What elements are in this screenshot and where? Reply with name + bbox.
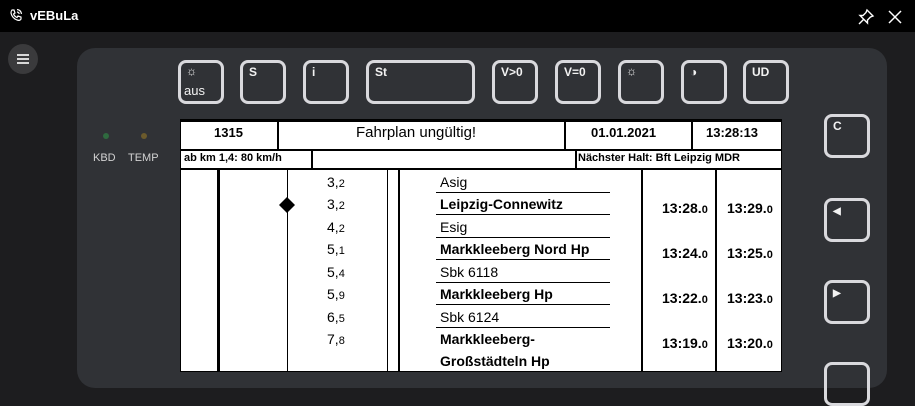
right-arrow-button[interactable]: ▶ bbox=[824, 280, 870, 324]
km-marker: 5,4 bbox=[327, 264, 345, 280]
arrival-time: 13:22.0 bbox=[662, 290, 708, 306]
arrival-time: 13:24.0 bbox=[662, 245, 708, 261]
arrow-left-icon: ◀ bbox=[833, 206, 841, 217]
departure-time: 13:23.0 bbox=[727, 290, 773, 306]
station-name: Leipzig-Connewitz bbox=[440, 196, 563, 212]
sun-icon: ☼ bbox=[186, 64, 197, 78]
temp-led bbox=[141, 133, 147, 139]
close-icon[interactable] bbox=[884, 6, 906, 28]
station-name: Asig bbox=[440, 174, 468, 190]
lower-side-button[interactable] bbox=[824, 362, 870, 406]
date-display: 01.01.2021 bbox=[591, 125, 657, 140]
departure-time: 13:20.0 bbox=[727, 335, 773, 351]
arrival-time: 13:28.0 bbox=[662, 200, 708, 216]
v-equals-zero-button[interactable]: V=0 bbox=[555, 60, 601, 104]
km-marker: 5,1 bbox=[327, 241, 345, 257]
contrast-button[interactable]: ◑ bbox=[681, 60, 727, 104]
v-greater-zero-button[interactable]: V>0 bbox=[492, 60, 538, 104]
km-marker: 3,2 bbox=[327, 196, 345, 212]
brightness-button[interactable]: ☼ bbox=[618, 60, 664, 104]
departure-time: 13:25.0 bbox=[727, 245, 773, 261]
km-marker: 4,2 bbox=[327, 219, 345, 235]
km-marker: 7,8 bbox=[327, 331, 345, 347]
station-name: Markkleeberg Nord Hp bbox=[440, 241, 590, 257]
st-button[interactable]: St bbox=[366, 60, 475, 104]
kbd-label: KBD bbox=[93, 152, 116, 164]
station-name: Sbk 6124 bbox=[440, 309, 500, 325]
pin-icon[interactable] bbox=[855, 6, 877, 28]
brightness-off-button[interactable]: ☼ aus bbox=[178, 60, 224, 104]
km-marker: 3,2 bbox=[327, 174, 345, 190]
track-column-line bbox=[217, 170, 220, 371]
train-number: 1315 bbox=[214, 125, 243, 140]
station-name: Markkleeberg Hp bbox=[440, 286, 553, 302]
station-name: Esig bbox=[440, 219, 468, 235]
c-button[interactable]: C bbox=[824, 114, 870, 158]
station-name: Sbk 6118 bbox=[440, 264, 499, 280]
phone-signal-icon bbox=[10, 8, 23, 21]
sun-icon: ☼ bbox=[626, 64, 637, 78]
window-title: vEBuLa bbox=[30, 8, 79, 23]
departure-time: 13:29.0 bbox=[727, 200, 773, 216]
timetable-screen: 1315 Fahrplan ungültig! 01.01.2021 13:28… bbox=[180, 119, 782, 372]
clock-display: 13:28:13 bbox=[706, 125, 759, 140]
current-position-marker-icon bbox=[279, 197, 295, 213]
i-button[interactable]: i bbox=[303, 60, 349, 104]
arrival-time: 13:19.0 bbox=[662, 335, 708, 351]
next-stop-info: Nächster Halt: Bft Leipzig MDR bbox=[578, 152, 740, 164]
speed-limit-info: ab km 1,4: 80 km/h bbox=[184, 152, 282, 164]
title-bar: vEBuLa bbox=[0, 0, 915, 32]
km-marker: 5,9 bbox=[327, 286, 345, 302]
ud-button[interactable]: UD bbox=[743, 60, 789, 104]
hamburger-icon bbox=[17, 54, 29, 56]
temp-label: TEMP bbox=[128, 152, 159, 164]
s-button[interactable]: S bbox=[240, 60, 286, 104]
menu-button[interactable] bbox=[8, 44, 38, 74]
km-marker: 6,5 bbox=[327, 309, 345, 325]
station-name: Großstädteln Hp bbox=[440, 353, 550, 369]
arrow-right-icon: ▶ bbox=[833, 288, 841, 299]
timetable-status: Fahrplan ungültig! bbox=[356, 124, 477, 141]
left-arrow-button[interactable]: ◀ bbox=[824, 198, 870, 242]
station-name: Markkleeberg- bbox=[440, 331, 535, 347]
kbd-led bbox=[103, 133, 109, 139]
contrast-icon: ◑ bbox=[690, 65, 698, 79]
